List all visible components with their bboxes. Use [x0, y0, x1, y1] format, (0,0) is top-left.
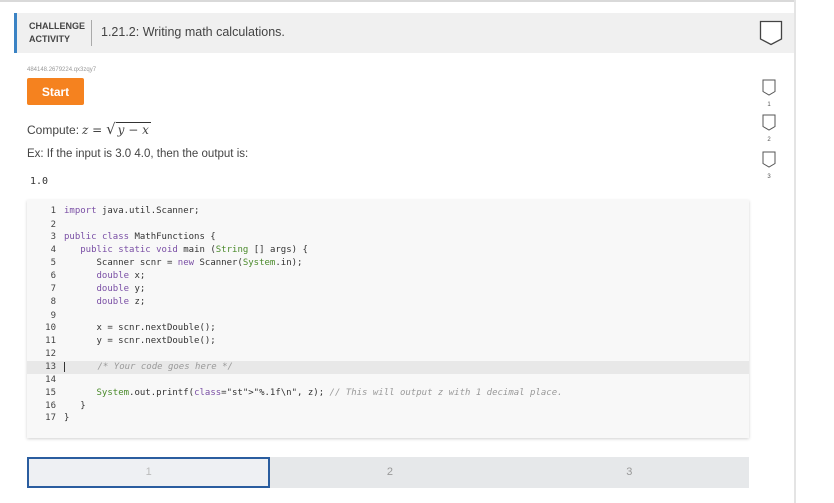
right-rule [794, 0, 796, 503]
code-text[interactable]: System.out.printf(class="st">"%.1f\n", z… [64, 387, 563, 400]
code-text[interactable]: double z; [64, 296, 146, 309]
level-number: 1 [767, 102, 771, 108]
activity-type-line1: CHALLENGE [29, 21, 85, 31]
step-progress-bar: 123 [27, 457, 749, 488]
code-line[interactable]: 6 double x; [27, 270, 749, 283]
activity-type-label: CHALLENGE ACTIVITY [29, 20, 85, 46]
step-2[interactable]: 2 [270, 457, 509, 488]
line-number: 11 [45, 336, 56, 346]
example-output: 1.0 [30, 176, 49, 187]
code-line[interactable]: 11 y = scnr.nextDouble(); [27, 335, 749, 348]
top-rule [0, 0, 796, 2]
code-line[interactable]: 3 public class MathFunctions { [27, 231, 749, 244]
formula-lhs: z = [82, 123, 103, 137]
completion-check-icon [759, 20, 783, 46]
code-text[interactable]: Scanner scnr = new Scanner(System.in); [64, 257, 303, 270]
code-line[interactable]: 13 /* Your code goes here */ [27, 361, 749, 374]
line-number: 15 [45, 388, 56, 398]
code-text[interactable]: } [64, 412, 69, 425]
line-number: 8 [50, 297, 56, 307]
code-editor[interactable]: 1 import java.util.Scanner; 2 3 public class… [27, 200, 749, 438]
level-indicator-2: 2 [762, 114, 776, 143]
line-number: 13 [45, 362, 56, 372]
code-line[interactable]: 17} [27, 412, 749, 425]
activity-header: CHALLENGE ACTIVITY 1.21.2: Writing math … [14, 13, 794, 53]
line-number: 1 [50, 206, 56, 216]
code-text[interactable]: y = scnr.nextDouble(); [64, 335, 216, 348]
code-text[interactable]: /* Your code goes here */ [64, 361, 233, 374]
code-text[interactable]: x = scnr.nextDouble(); [64, 322, 216, 335]
example-text: Ex: If the input is 3.0 4.0, then the ou… [27, 148, 249, 160]
formula-radicand: y − x [115, 122, 151, 137]
code-line[interactable]: 5 Scanner scnr = new Scanner(System.in); [27, 257, 749, 270]
level-number: 3 [767, 174, 771, 180]
code-text[interactable]: public static void main (String [] args)… [64, 244, 308, 257]
code-line[interactable]: 8 double z; [27, 296, 749, 309]
code-text[interactable]: double x; [64, 270, 146, 283]
formula: z = √ y − x [82, 121, 151, 138]
line-number: 4 [50, 245, 56, 255]
line-number: 6 [50, 271, 56, 281]
text-cursor [64, 361, 65, 372]
line-number: 14 [45, 375, 56, 385]
level-indicator-3: 3 [762, 151, 776, 180]
level-shield-icon [762, 151, 776, 168]
level-indicator-1: 1 [762, 79, 776, 108]
level-shield-icon [762, 114, 776, 131]
compute-instruction: Compute: z = √ y − x [27, 121, 151, 138]
code-line[interactable]: 7 double y; [27, 283, 749, 296]
code-line[interactable]: 14 [27, 374, 749, 387]
level-number: 2 [767, 137, 771, 143]
code-text[interactable]: import java.util.Scanner; [64, 205, 199, 218]
step-3[interactable]: 3 [510, 457, 749, 488]
line-number: 7 [50, 284, 56, 294]
activity-code-id: 484148.2679224.qx3zqy7 [27, 67, 97, 73]
line-number: 3 [50, 232, 56, 242]
compute-label: Compute: [27, 122, 80, 137]
header-divider [91, 20, 92, 46]
line-number: 5 [50, 258, 56, 268]
activity-title: 1.21.2: Writing math calculations. [101, 25, 285, 39]
code-line[interactable]: 15 System.out.printf(class="st">"%.1f\n"… [27, 387, 749, 400]
line-number: 17 [45, 413, 56, 423]
step-1[interactable]: 1 [27, 457, 271, 488]
code-line[interactable]: 1 import java.util.Scanner; [27, 205, 749, 218]
line-number: 10 [45, 323, 56, 333]
line-number: 12 [45, 349, 56, 359]
code-line[interactable]: 4 public static void main (String [] arg… [27, 244, 749, 257]
code-text[interactable]: double y; [64, 283, 146, 296]
code-line[interactable]: 10 x = scnr.nextDouble(); [27, 322, 749, 335]
start-button[interactable]: Start [27, 78, 84, 105]
code-text[interactable]: public class MathFunctions { [64, 231, 216, 244]
activity-type-line2: ACTIVITY [29, 34, 71, 44]
square-root: √ y − x [106, 121, 151, 138]
level-shield-icon [762, 79, 776, 96]
sqrt-icon: √ [106, 120, 116, 138]
code-line[interactable]: 12 [27, 348, 749, 361]
